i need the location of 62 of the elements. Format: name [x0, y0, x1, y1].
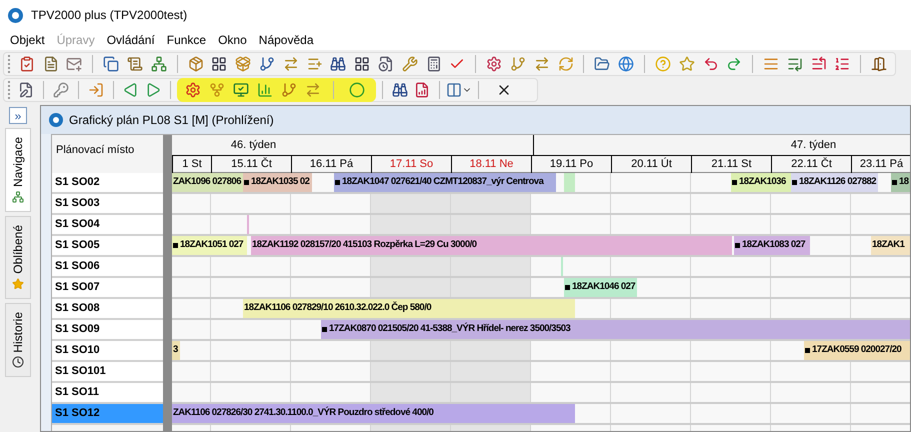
menu-item[interactable]: Okno — [212, 31, 253, 49]
menu-item[interactable]: Nápověda — [252, 31, 320, 49]
day-label: 1 St — [182, 157, 202, 172]
row-label[interactable]: S1 SO101 — [52, 362, 163, 383]
task-bar[interactable]: 18ZAK1083 027 — [734, 236, 810, 255]
task-bar[interactable]: 18ZAK1126 027882 — [791, 173, 878, 192]
row-label[interactable]: S1 SO07 — [52, 278, 163, 299]
task-bar[interactable]: 18ZAK1046 027 — [564, 278, 637, 297]
day-label: 21.11 St — [711, 157, 752, 172]
task-marker[interactable] — [564, 173, 575, 192]
row-label[interactable]: S1 SO06 — [52, 257, 163, 278]
task-bar[interactable]: ZAK1096 027806 — [172, 173, 243, 192]
row-label[interactable]: S1 SO12 — [52, 404, 163, 425]
day-label: 17.11 So — [390, 157, 434, 172]
task-bar[interactable]: 18 — [891, 173, 910, 192]
row-label[interactable]: S1 SO02 — [52, 173, 163, 194]
app-logo-icon — [49, 113, 63, 127]
day-label: 18.11 Ne — [470, 157, 514, 172]
task-bar[interactable]: 3 — [172, 341, 180, 360]
day-label: 20.11 Út — [631, 156, 672, 172]
day-label: 15.11 Čt — [231, 156, 272, 172]
week-label: 46. týden — [230, 138, 276, 153]
row-label[interactable]: S1 SO08 — [52, 299, 163, 320]
task-marker[interactable] — [561, 257, 563, 276]
task-bar[interactable]: 18ZAK1192 028157/20 415103 Rozpěrka L=29 Cu 3000/0 — [251, 236, 732, 255]
task-bar[interactable]: 17ZAK0559 020027/20 — [804, 341, 910, 360]
window-title: TPV2000 plus (TPV2000test) — [31, 7, 188, 24]
side-tab[interactable]: Oblíbené — [5, 216, 31, 299]
row-label[interactable]: S1 SO10 — [52, 341, 163, 362]
side-tab[interactable]: Historie — [5, 302, 31, 378]
day-label: 16.11 Pá — [310, 157, 354, 172]
task-bar[interactable]: 18ZAK1106 027829/10 2610.32.022.0 Čep 580/0 — [243, 299, 575, 318]
task-bar[interactable]: 18ZAK1035 02 — [243, 173, 312, 192]
columns-dropdown[interactable] — [446, 82, 472, 98]
task-bar[interactable]: ZAK1106 027826/30 2741.30.1100.0_VÝR Pouzdro středové 400/0 — [172, 404, 575, 423]
columns-icon — [446, 82, 462, 98]
day-label: 22.11 Čt — [791, 156, 832, 172]
tree-icon — [12, 191, 24, 204]
column-header: Plánovací místo — [56, 144, 134, 156]
side-tab[interactable]: Navigace — [5, 128, 31, 212]
expand-button[interactable]: » — [9, 107, 27, 124]
menu-item[interactable]: Objekt — [4, 31, 51, 49]
menu-item[interactable]: Funkce — [160, 31, 212, 49]
day-label: 19.11 Po — [550, 157, 594, 172]
task-marker[interactable] — [247, 215, 249, 234]
row-label[interactable]: S1 SO09 — [52, 320, 163, 341]
task-bar[interactable]: 17ZAK0870 021505/20 41-5388_VÝR Hřídel- nerez 3500/3503 — [321, 320, 910, 339]
star-icon — [12, 278, 24, 290]
app-logo-icon — [8, 8, 23, 22]
row-label[interactable]: S1 SO11 — [52, 383, 163, 404]
task-bar[interactable]: 18ZAK1 — [871, 236, 910, 255]
window-title: Grafický plán PL08 S1 [M] (Prohlížení) — [69, 112, 274, 129]
task-bar[interactable]: 18ZAK1051 027 — [172, 236, 247, 255]
task-bar[interactable]: 18ZAK1036 — [731, 173, 791, 192]
row-label[interactable]: S1 SO05 — [52, 236, 163, 257]
day-label: 23.11 Pá — [860, 157, 904, 172]
task-bar[interactable]: 18ZAK1047 027621/40 CZMT120837_výr Centrova — [334, 173, 556, 192]
clock-icon — [12, 356, 24, 368]
row-label[interactable]: S1 SO04 — [52, 215, 163, 236]
week-label: 47. týden — [790, 138, 836, 153]
menu-item[interactable]: Ovládání — [100, 31, 161, 49]
row-label[interactable]: S1 SO03 — [52, 194, 163, 215]
